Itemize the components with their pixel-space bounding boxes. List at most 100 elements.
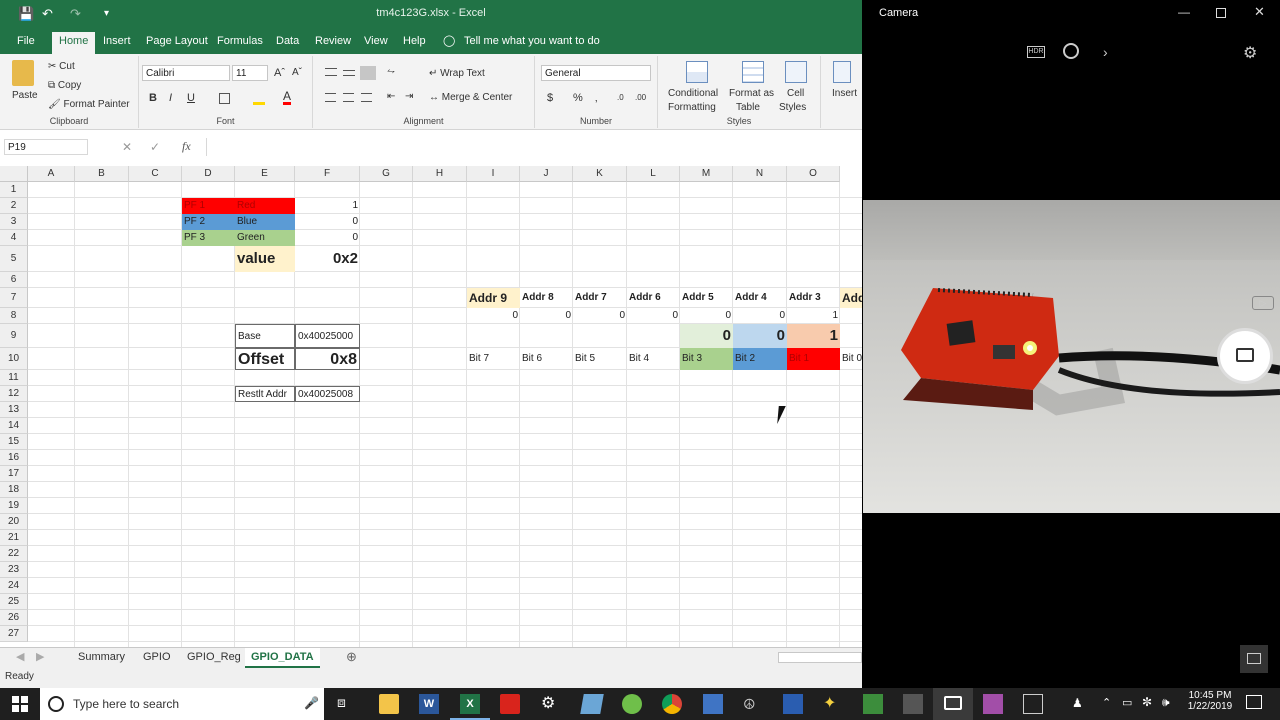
- battery-icon[interactable]: ▭: [1122, 696, 1132, 709]
- add-sheet-icon[interactable]: ⊕: [340, 648, 363, 668]
- tab-formulas[interactable]: Formulas: [217, 33, 263, 54]
- row-header[interactable]: 7: [0, 288, 28, 308]
- bit-label[interactable]: Bit 2: [733, 348, 787, 370]
- align-top-icon[interactable]: [325, 68, 337, 76]
- row8-value[interactable]: 1: [787, 308, 840, 324]
- prev-sheet-icon[interactable]: ◀: [10, 648, 30, 668]
- cell-styles-icon[interactable]: [785, 61, 807, 83]
- select-all-corner[interactable]: [0, 166, 28, 182]
- align-center-icon[interactable]: [343, 93, 354, 102]
- column-header[interactable]: F: [295, 166, 360, 182]
- font-name-select[interactable]: Calibri: [142, 65, 230, 81]
- cell-styles-label-1[interactable]: Cell: [787, 88, 804, 99]
- column-header[interactable]: M: [680, 166, 733, 182]
- timer-icon[interactable]: [1063, 43, 1079, 59]
- row-header[interactable]: 6: [0, 272, 28, 288]
- volume-icon[interactable]: 🕪: [1162, 695, 1170, 710]
- show-hidden-icons[interactable]: ⌃: [1102, 696, 1111, 709]
- row9-value[interactable]: 0: [733, 324, 787, 348]
- video-mode-icon[interactable]: ▷: [1252, 296, 1274, 310]
- addr-header[interactable]: Addr 3: [787, 288, 840, 308]
- column-header[interactable]: A: [28, 166, 75, 182]
- acrobat-icon[interactable]: [500, 694, 520, 714]
- bit-label[interactable]: Bit 3: [680, 348, 733, 370]
- italic-icon[interactable]: I: [169, 92, 172, 104]
- insert-cells-icon[interactable]: [833, 61, 851, 83]
- increase-indent-icon[interactable]: ⇥: [405, 91, 413, 102]
- tab-help[interactable]: Help: [403, 33, 426, 54]
- people-icon[interactable]: ♟: [1072, 696, 1083, 710]
- row-header[interactable]: 14: [0, 418, 28, 434]
- addr-header[interactable]: Addr 9: [467, 288, 520, 308]
- borders-icon[interactable]: [219, 93, 230, 104]
- bit-label[interactable]: Bit 5: [573, 348, 627, 370]
- cell-f9[interactable]: 0x40025000: [295, 324, 360, 348]
- sheet-tab-summary[interactable]: Summary: [72, 648, 131, 668]
- calculator-icon[interactable]: [903, 694, 923, 714]
- row-header[interactable]: 9: [0, 324, 28, 348]
- format-as-table-icon[interactable]: [742, 61, 764, 83]
- percent-icon[interactable]: %: [573, 92, 583, 104]
- row8-value[interactable]: 0: [627, 308, 680, 324]
- addr-header[interactable]: Addr 6: [627, 288, 680, 308]
- tab-data[interactable]: Data: [276, 33, 299, 54]
- format-as-table-label-2[interactable]: Table: [736, 102, 760, 113]
- format-painter-button[interactable]: 🖌 Format Painter: [48, 99, 130, 110]
- app-icon-4[interactable]: [783, 694, 803, 714]
- action-center-icon[interactable]: [1246, 695, 1262, 709]
- cell-e5[interactable]: value: [235, 246, 295, 272]
- row-header[interactable]: 23: [0, 562, 28, 578]
- row-header[interactable]: 21: [0, 530, 28, 546]
- font-color-icon[interactable]: A: [283, 90, 292, 105]
- cell-e9[interactable]: Base: [235, 324, 295, 348]
- align-bottom-icon[interactable]: [360, 66, 376, 80]
- cut-button[interactable]: ✂ Cut: [48, 61, 75, 72]
- next-sheet-icon[interactable]: ▶: [30, 648, 50, 668]
- increase-decimal-icon[interactable]: .0: [617, 93, 624, 102]
- column-header[interactable]: L: [627, 166, 680, 182]
- cell-f4[interactable]: 0: [295, 230, 360, 246]
- taskbar-search-box[interactable]: Type here to search 🎤: [40, 688, 324, 720]
- conditional-formatting-label-2[interactable]: Formatting: [668, 102, 716, 113]
- addr-header[interactable]: Addr 5: [680, 288, 733, 308]
- cell-e3[interactable]: Blue: [235, 214, 295, 230]
- align-left-icon[interactable]: [325, 93, 336, 102]
- cell-styles-label-2[interactable]: Styles: [779, 102, 806, 113]
- close-icon[interactable]: ✕: [1254, 4, 1265, 20]
- cell-d3[interactable]: PF 2: [182, 214, 235, 230]
- bit-label[interactable]: Bit 6: [520, 348, 573, 370]
- excel-taskbar-icon[interactable]: X: [460, 694, 480, 714]
- settings-gear-icon[interactable]: ⚙: [1243, 43, 1257, 63]
- column-header[interactable]: J: [520, 166, 573, 182]
- settings-icon[interactable]: ⚙: [541, 694, 561, 714]
- row-header[interactable]: 2: [0, 198, 28, 214]
- file-explorer-icon[interactable]: [379, 694, 399, 714]
- formula-input[interactable]: [206, 138, 862, 156]
- enter-icon[interactable]: ✓: [150, 140, 160, 154]
- minimize-icon[interactable]: —: [1178, 5, 1190, 19]
- row-header[interactable]: 16: [0, 450, 28, 466]
- cell-e12[interactable]: Restlt Addr: [235, 386, 295, 402]
- grow-font-icon[interactable]: Aˆ: [274, 67, 285, 79]
- chrome-icon[interactable]: [662, 694, 682, 714]
- sheet-tab-gpio-data[interactable]: GPIO_DATA: [245, 648, 320, 668]
- bit-label[interactable]: Bit 1: [787, 348, 840, 370]
- decrease-decimal-icon[interactable]: .00: [635, 93, 646, 102]
- row8-value[interactable]: 0: [520, 308, 573, 324]
- row-header[interactable]: 8: [0, 308, 28, 324]
- cancel-icon[interactable]: ✕: [122, 140, 132, 154]
- conditional-formatting-label-1[interactable]: Conditional: [668, 88, 718, 99]
- column-header[interactable]: B: [75, 166, 129, 182]
- underline-icon[interactable]: U: [187, 92, 195, 104]
- chevron-right-icon[interactable]: ›: [1103, 44, 1108, 60]
- insert-cells-label[interactable]: Insert: [832, 88, 857, 99]
- row-header[interactable]: 4: [0, 230, 28, 246]
- addr-header[interactable]: Addr 8: [520, 288, 573, 308]
- hdr-icon[interactable]: HDR: [1027, 46, 1045, 58]
- bit-label[interactable]: Bit 7: [467, 348, 520, 370]
- cell-d4[interactable]: PF 3: [182, 230, 235, 246]
- row-header[interactable]: 15: [0, 434, 28, 450]
- column-header[interactable]: N: [733, 166, 787, 182]
- column-header[interactable]: D: [182, 166, 235, 182]
- windows-start-icon[interactable]: [10, 694, 30, 714]
